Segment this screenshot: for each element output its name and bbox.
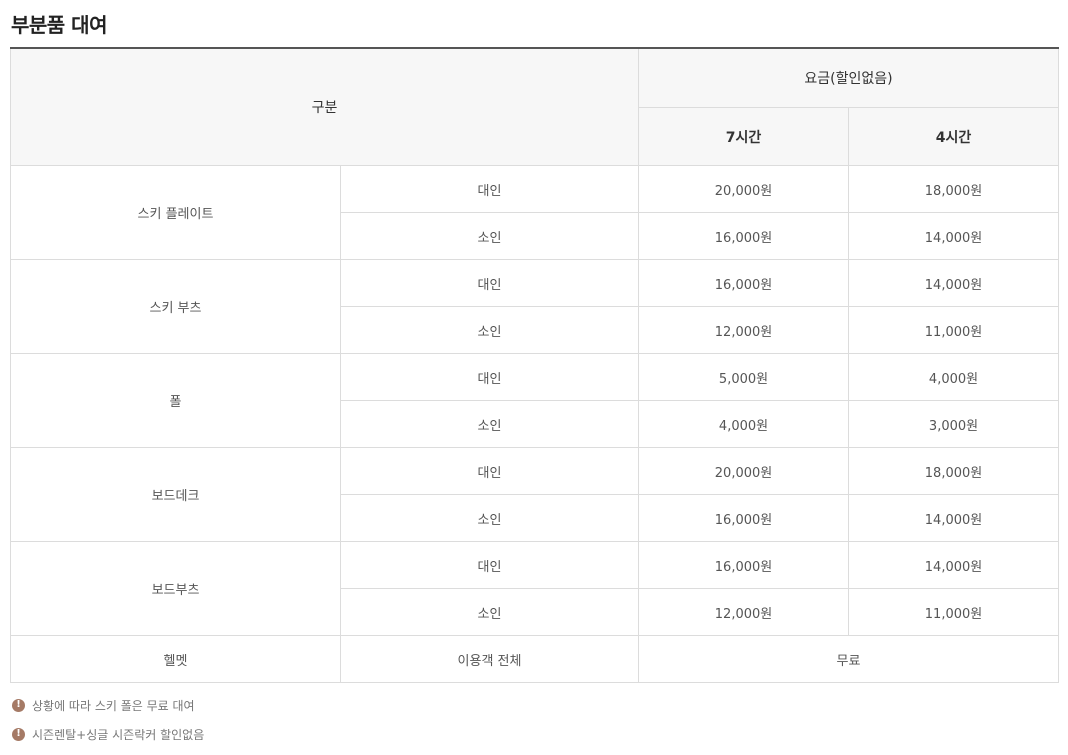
price-4h: 18,000원 [848, 447, 1060, 495]
item-name: 폴 [10, 353, 341, 448]
price-4h: 11,000원 [848, 306, 1060, 354]
page-title: 부분품 대여 [11, 13, 107, 37]
exclamation-icon: ! [12, 698, 25, 712]
notes-list: ! 상황에 따라 스키 폴은 무료 대여 ! 시즌렌탈+싱글 시즌락커 할인없음 [12, 697, 204, 755]
table-row-helmet: 헬멧 이용객 전체 무료 [10, 635, 1060, 683]
exclamation-icon: ! [12, 727, 25, 741]
header-fee: 요금(할인없음) [638, 47, 1060, 108]
price-7h: 5,000원 [638, 353, 850, 401]
customer-type: 대인 [339, 353, 640, 401]
customer-type: 소인 [339, 306, 640, 354]
price-7h: 16,000원 [638, 259, 850, 307]
price-7h: 20,000원 [638, 447, 850, 495]
item-name: 보드데크 [10, 447, 341, 542]
note-text: 시즌렌탈+싱글 시즌락커 할인없음 [32, 727, 205, 742]
price-7h: 16,000원 [638, 212, 850, 260]
price-4h: 11,000원 [848, 588, 1060, 636]
price-free: 무료 [638, 635, 1060, 683]
header-4-hours: 4시간 [848, 107, 1060, 166]
price-4h: 14,000원 [848, 541, 1060, 589]
price-7h: 12,000원 [638, 306, 850, 354]
rental-price-table: 구분 요금(할인없음) 7시간 4시간 스키 플레이트 대인 20,000원 1… [9, 47, 1060, 683]
note-item: ! 상황에 따라 스키 폴은 무료 대여 [12, 697, 204, 713]
price-4h: 14,000원 [848, 259, 1060, 307]
customer-type: 소인 [339, 400, 640, 448]
customer-type: 이용객 전체 [339, 635, 640, 683]
price-4h: 14,000원 [848, 212, 1060, 260]
item-name: 헬멧 [10, 635, 341, 683]
item-name: 스키 부츠 [10, 259, 341, 354]
price-4h: 18,000원 [848, 165, 1060, 213]
header-category: 구분 [9, 47, 640, 166]
table-row: 보드부츠 대인 16,000원 14,000원 [10, 541, 1060, 636]
table-row: 보드데크 대인 20,000원 18,000원 [10, 447, 1060, 542]
customer-type: 대인 [339, 165, 640, 213]
customer-type: 대인 [339, 447, 640, 495]
price-4h: 14,000원 [848, 494, 1060, 542]
price-7h: 4,000원 [638, 400, 850, 448]
table-row: 스키 부츠 대인 16,000원 14,000원 [10, 259, 1060, 354]
table-row: 폴 대인 5,000원 4,000원 [10, 353, 1060, 448]
note-item: ! 시즌렌탈+싱글 시즌락커 할인없음 [12, 726, 204, 742]
price-4h: 4,000원 [848, 353, 1060, 401]
price-7h: 16,000원 [638, 541, 850, 589]
header-7-hours: 7시간 [638, 107, 850, 166]
customer-type: 소인 [339, 494, 640, 542]
item-name: 스키 플레이트 [10, 165, 341, 260]
table-row: 스키 플레이트 대인 20,000원 18,000원 [10, 165, 1060, 260]
price-4h: 3,000원 [848, 400, 1060, 448]
price-7h: 16,000원 [638, 494, 850, 542]
customer-type: 대인 [339, 259, 640, 307]
note-text: 상황에 따라 스키 폴은 무료 대여 [32, 698, 195, 713]
item-name: 보드부츠 [10, 541, 341, 636]
price-7h: 20,000원 [638, 165, 850, 213]
price-7h: 12,000원 [638, 588, 850, 636]
customer-type: 소인 [339, 588, 640, 636]
customer-type: 대인 [339, 541, 640, 589]
customer-type: 소인 [339, 212, 640, 260]
